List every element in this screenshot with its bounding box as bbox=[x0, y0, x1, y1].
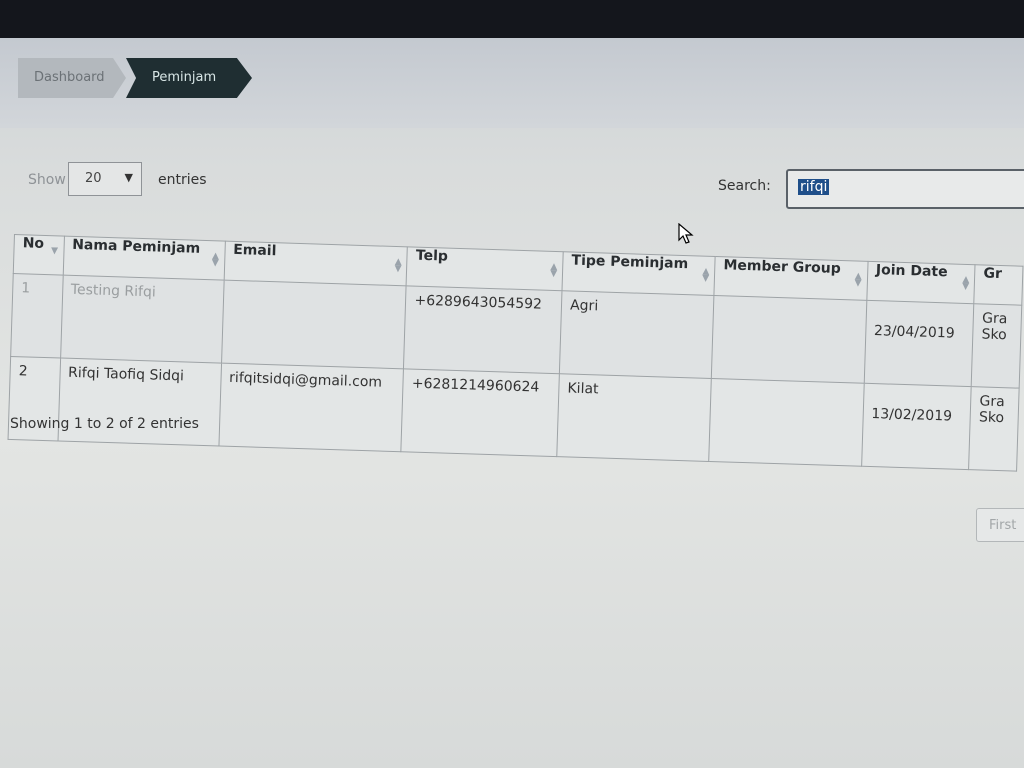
cell-tipe-peminjam: Agri bbox=[559, 290, 715, 379]
peminjam-table: No ▼ Nama Peminjam ▲ ▼ Email ▲ ▼ Telp ▲ ▼ Tipe … bbox=[7, 234, 1024, 472]
first-page-button[interactable]: First bbox=[976, 508, 1024, 542]
cell-nama-peminjam: Rifqi Taofiq Sidqi bbox=[57, 358, 222, 447]
cell-email bbox=[221, 280, 407, 369]
cell-gr: Gra Sko bbox=[971, 303, 1022, 389]
table-info: Showing 1 to 2 of 2 entries bbox=[10, 416, 199, 432]
column-header-member-group[interactable]: Member Group ▲ ▼ bbox=[714, 256, 868, 301]
cell-telp: +6281214960624 bbox=[401, 368, 560, 457]
breadcrumb-peminjam[interactable]: Peminjam bbox=[126, 58, 252, 98]
search-value: rifqi bbox=[798, 179, 830, 195]
cell-email: rifqitsidqi@gmail.com bbox=[218, 363, 404, 452]
sort-icon: ▲ ▼ bbox=[854, 271, 862, 289]
cell-nama-peminjam: Testing Rifqi bbox=[60, 275, 224, 364]
mouse-cursor-icon bbox=[678, 223, 694, 244]
page-size-select[interactable]: 20 ▼ bbox=[68, 162, 142, 196]
entries-label: entries bbox=[158, 172, 207, 188]
sort-icon: ▲ ▼ bbox=[962, 274, 970, 293]
app-screen: Dashboard Peminjam Show 20 ▼ entries Sea… bbox=[0, 38, 1024, 768]
cell-member-group bbox=[711, 295, 867, 384]
sort-icon: ▲ ▼ bbox=[211, 251, 220, 269]
table-controls: Show 20 ▼ entries Search: rifqi bbox=[0, 158, 1024, 209]
cell-join-date: 23/04/2019 bbox=[863, 300, 975, 387]
cell-member-group bbox=[708, 378, 864, 467]
chevron-down-icon: ▼ bbox=[124, 171, 133, 184]
cell-join-date: 13/02/2019 bbox=[861, 383, 972, 470]
cell-telp: +6289643054592 bbox=[403, 285, 563, 374]
column-header-join-date[interactable]: Join Date ▲ ▼ bbox=[866, 261, 976, 304]
show-label: Show bbox=[28, 172, 66, 188]
cell-tipe-peminjam: Kilat bbox=[556, 373, 712, 462]
column-header-nama-peminjam[interactable]: Nama Peminjam ▲ ▼ bbox=[62, 236, 225, 281]
sort-icon: ▲ ▼ bbox=[701, 266, 710, 284]
search-label: Search: bbox=[718, 178, 771, 194]
sort-icon: ▲ ▼ bbox=[550, 261, 558, 280]
page-size-value: 20 bbox=[85, 171, 102, 186]
column-header-email[interactable]: Email ▲ ▼ bbox=[223, 241, 408, 286]
column-header-gr[interactable]: Gr bbox=[974, 264, 1023, 306]
breadcrumb: Dashboard Peminjam bbox=[0, 38, 1024, 128]
breadcrumb-dashboard[interactable]: Dashboard bbox=[18, 58, 126, 98]
cell-no: 1 bbox=[10, 273, 63, 359]
cell-gr: Gra Sko bbox=[968, 386, 1020, 472]
sort-icon: ▼ bbox=[50, 246, 59, 257]
sort-icon: ▲ ▼ bbox=[394, 256, 402, 275]
search-input[interactable]: rifqi bbox=[786, 169, 1024, 209]
column-header-telp[interactable]: Telp ▲ ▼ bbox=[406, 246, 564, 291]
column-header-tipe-peminjam[interactable]: Tipe Peminjam ▲ ▼ bbox=[562, 251, 716, 296]
column-header-no[interactable]: No ▼ bbox=[13, 234, 64, 276]
